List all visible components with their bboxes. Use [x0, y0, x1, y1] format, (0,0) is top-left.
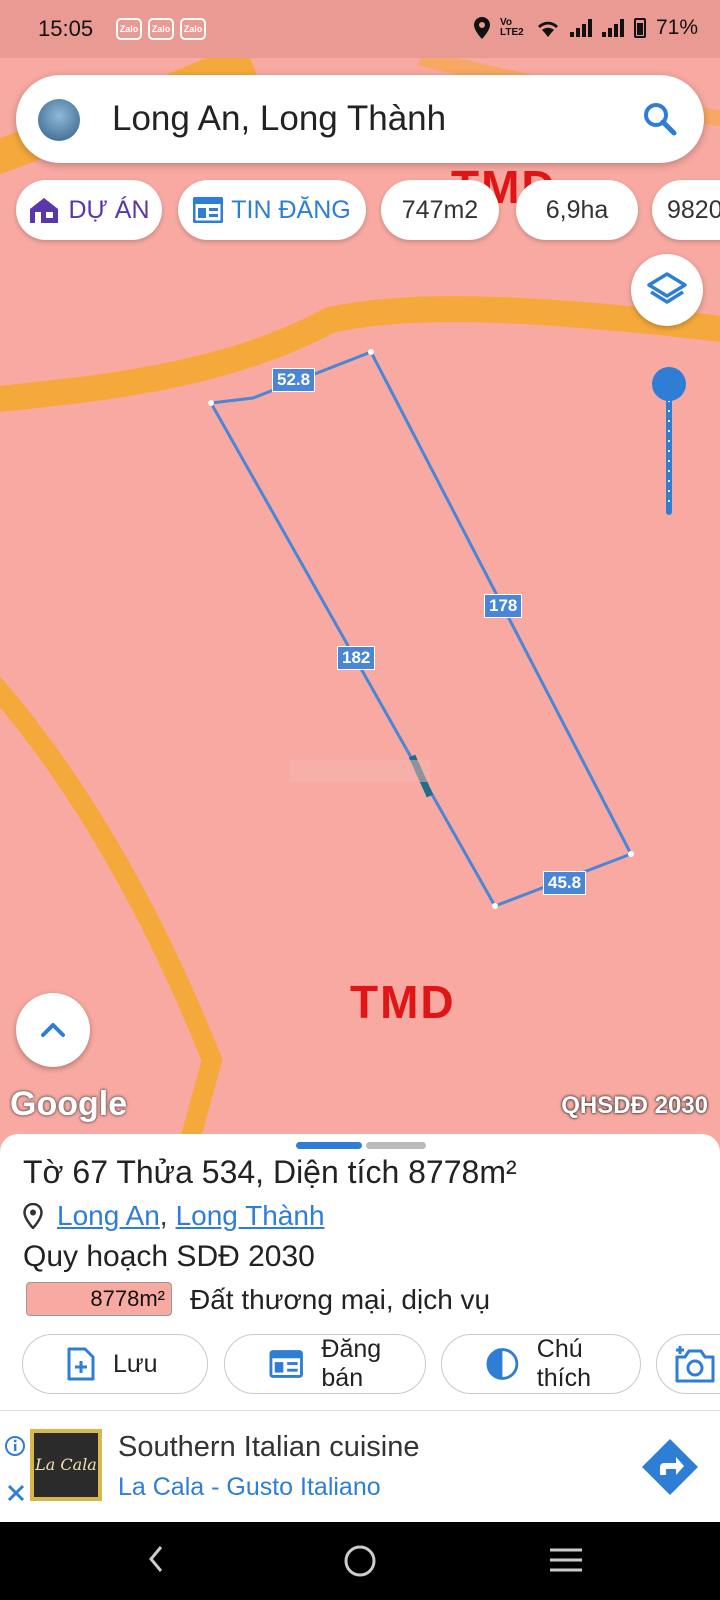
location-separator: , [159, 1200, 168, 1231]
zalo-notification-icon: Zalo [148, 18, 174, 40]
expand-sheet-button[interactable] [16, 993, 90, 1067]
zalo-notification-icon: Zalo [180, 18, 206, 40]
opacity-slider[interactable] [652, 366, 686, 516]
chip-projects[interactable]: DỰ ÁN [16, 180, 162, 240]
network-label: Vo LTE2 [499, 17, 524, 38]
chevron-up-icon [41, 1023, 65, 1037]
chip-filter-area[interactable]: 747m2 [381, 180, 499, 240]
post-for-sale-button[interactable]: Đăng bán [224, 1334, 426, 1394]
recents-icon[interactable] [548, 1546, 584, 1574]
land-use-type: Đất thương mại, dịch vụ [190, 1284, 491, 1315]
parcel-title: Tờ 67 Thửa 534, Diện tích 8778m² [23, 1154, 517, 1190]
zone-label-tmd: TMD [350, 976, 456, 1028]
legend-label: Chú thích [536, 1335, 591, 1392]
sheet-handle[interactable] [366, 1142, 426, 1149]
save-button[interactable]: Lưu [22, 1334, 208, 1394]
search-bar[interactable]: Long An, Long Thành [16, 75, 704, 163]
chip-listings[interactable]: TIN ĐĂNG [178, 180, 366, 240]
layers-button[interactable] [631, 254, 703, 326]
save-label: Lưu [113, 1349, 158, 1378]
ad-banner[interactable]: La Cala Southern Italian cuisine La Cala… [0, 1410, 720, 1523]
post-label: Đăng bán [321, 1335, 382, 1392]
add-photo-icon [675, 1346, 715, 1383]
parcel-info-sheet: Tờ 67 Thửa 534, Diện tích 8778m² Long An… [0, 1134, 720, 1410]
district-link[interactable]: Long Thành [176, 1200, 325, 1232]
ad-title[interactable]: Southern Italian cuisine [118, 1431, 419, 1464]
dimension-label-top: 52.8 [272, 368, 316, 392]
contrast-icon [486, 1348, 519, 1380]
ad-close-icon[interactable] [6, 1483, 26, 1503]
chip-filter-area[interactable]: 6,9ha [516, 180, 638, 240]
dimension-label-right: 178 [484, 594, 523, 618]
dimension-label-left: 182 [337, 646, 376, 670]
listing-icon [193, 197, 224, 223]
chip-label: TIN ĐĂNG [231, 195, 351, 224]
status-time: 15:05 [38, 16, 94, 41]
avatar[interactable] [38, 99, 80, 141]
add-file-icon [67, 1347, 95, 1381]
battery-level: 71% [655, 16, 698, 39]
sheet-handle[interactable] [296, 1142, 362, 1149]
signal-icon [569, 19, 592, 37]
search-icon[interactable] [638, 97, 682, 141]
ad-logo[interactable]: La Cala [30, 1429, 102, 1501]
zalo-notification-icon: Zalo [116, 18, 142, 40]
google-logo: Google [10, 1085, 128, 1123]
wifi-icon [537, 21, 558, 37]
layers-icon [647, 272, 687, 304]
add-photo-button[interactable] [656, 1334, 720, 1394]
back-icon[interactable] [148, 1544, 164, 1574]
ad-subtitle[interactable]: La Cala - Gusto Italiano [118, 1473, 381, 1502]
location-pin-icon [23, 1203, 43, 1229]
chip-label: DỰ ÁN [68, 195, 150, 224]
search-query[interactable]: Long An, Long Thành [112, 99, 446, 139]
location-row: Long An , Long Thành [23, 1200, 325, 1232]
home-icon[interactable] [343, 1544, 377, 1578]
directions-icon[interactable] [640, 1437, 700, 1497]
house-icon [30, 198, 59, 223]
map-layer-label: QHSDĐ 2030 [561, 1092, 708, 1119]
location-icon [473, 17, 490, 39]
listing-icon [269, 1350, 303, 1378]
status-bar: 15:05 Zalo Zalo Zalo Vo LTE2 71% [0, 0, 720, 58]
province-link[interactable]: Long An [57, 1200, 160, 1232]
planning-label: Quy hoạch SDĐ 2030 [23, 1240, 315, 1273]
system-nav-bar [0, 1522, 720, 1600]
area-badge: 8778m² [26, 1282, 172, 1316]
chip-filter-area[interactable]: 9820 [652, 180, 720, 240]
ad-info-icon[interactable] [4, 1435, 26, 1457]
legend-button[interactable]: Chú thích [441, 1334, 641, 1394]
slider-thumb [652, 367, 686, 401]
battery-icon [633, 18, 646, 38]
dimension-label-bottom: 45.8 [543, 871, 587, 895]
signal-icon [601, 19, 624, 37]
